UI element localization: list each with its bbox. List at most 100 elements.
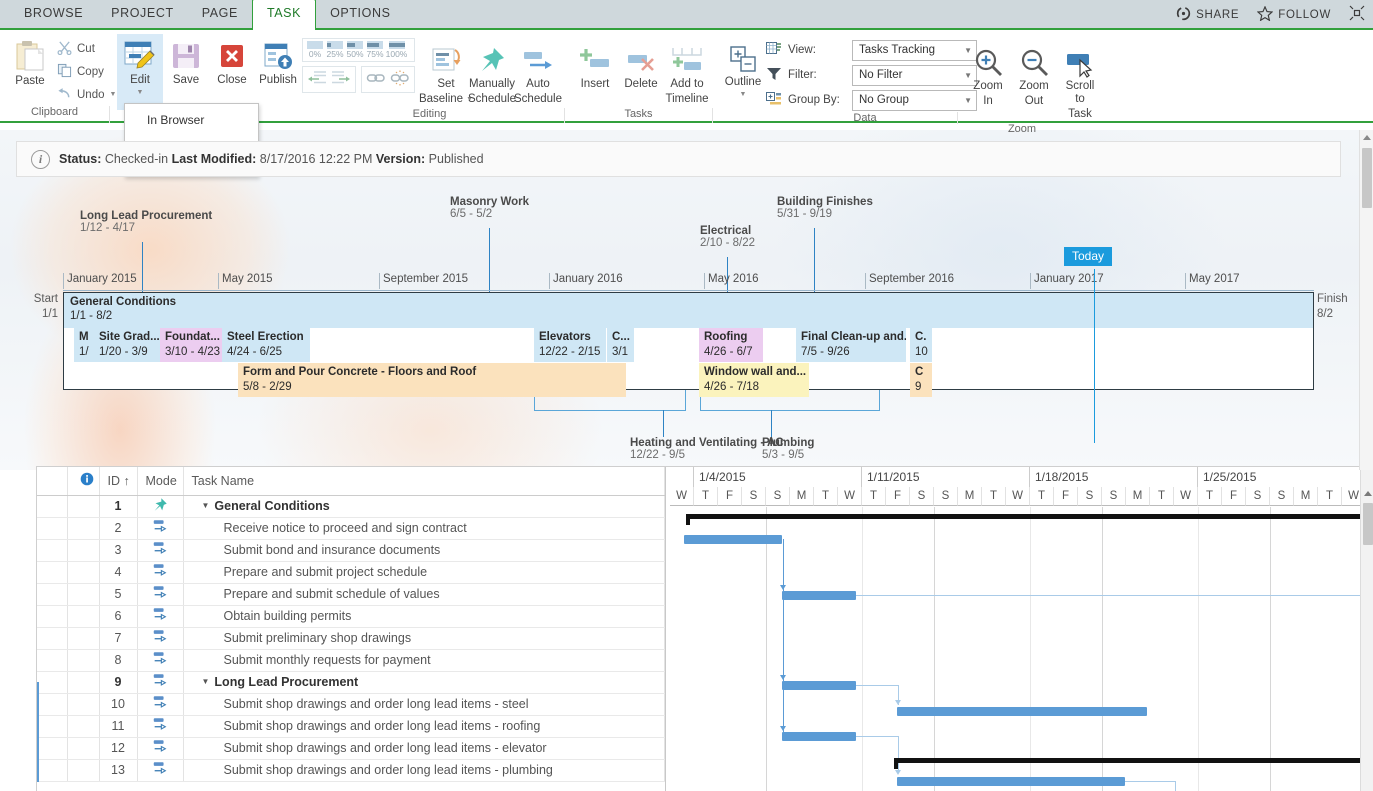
percent-100-button[interactable]: 100% — [386, 41, 407, 59]
gantt-task-bar[interactable] — [897, 707, 1147, 716]
row-task-name-cell[interactable]: Receive notice to proceed and sign contr… — [183, 517, 665, 539]
row-select-cell[interactable] — [37, 737, 67, 759]
scroll-to-task-button[interactable]: Scroll to Task — [1057, 40, 1103, 123]
timeline-bar-c1[interactable]: C... 3/1 — [607, 328, 634, 362]
row-task-name-cell[interactable]: Obtain building permits — [183, 605, 665, 627]
gantt-task-bar[interactable] — [684, 535, 782, 544]
tab-page[interactable]: PAGE — [188, 0, 252, 28]
row-task-name-cell[interactable]: Submit preliminary shop drawings — [183, 627, 665, 649]
timeline-bar-form-and-pour-concrete[interactable]: Form and Pour Concrete - Floors and Roof… — [238, 363, 626, 397]
tab-options[interactable]: OPTIONS — [316, 0, 404, 28]
zoom-out-button[interactable]: Zoom Out — [1011, 40, 1057, 110]
row-select-cell[interactable] — [37, 517, 67, 539]
gantt-task-bar[interactable] — [782, 591, 856, 600]
auto-schedule-button[interactable]: Auto Schedule — [515, 38, 561, 108]
table-row[interactable]: 13Submit shop drawings and order long le… — [37, 759, 665, 781]
row-select-cell[interactable] — [37, 671, 67, 693]
set-baseline-button[interactable]: Set Baseline ▼ — [423, 38, 469, 108]
edit-button[interactable]: Edit ▼ — [117, 34, 163, 110]
add-to-timeline-button[interactable]: Add to Timeline — [664, 38, 710, 108]
gantt-task-bar[interactable] — [782, 732, 856, 741]
unlink-tasks-icon[interactable] — [390, 70, 410, 89]
timeline-bar-final-cleanup[interactable]: Final Clean-up and... 7/5 - 9/26 — [796, 328, 906, 362]
insert-task-button[interactable]: Insert — [572, 38, 618, 93]
gantt-summary-bar[interactable] — [894, 758, 1373, 763]
table-row[interactable]: 6Obtain building permits — [37, 605, 665, 627]
gantt-scroll-thumb[interactable] — [1363, 503, 1373, 545]
gantt-task-bar[interactable] — [782, 681, 856, 690]
row-task-name-cell[interactable]: Submit shop drawings and order long lead… — [183, 715, 665, 737]
timeline-bar-foundations[interactable]: Foundat... 3/10 - 4/23 — [160, 328, 222, 362]
column-header-id[interactable]: ID ↑ — [99, 467, 137, 495]
row-task-name-cell[interactable]: Submit shop drawings and order long lead… — [183, 759, 665, 781]
gantt-vertical-scrollbar[interactable] — [1360, 467, 1373, 791]
table-row[interactable]: 10Submit shop drawings and order long le… — [37, 693, 665, 715]
paste-button[interactable]: Paste — [7, 35, 53, 90]
row-task-name-cell[interactable]: Submit shop drawings and order long lead… — [183, 737, 665, 759]
close-button[interactable]: Close — [209, 34, 255, 89]
row-select-cell[interactable] — [37, 605, 67, 627]
save-button[interactable]: Save — [163, 34, 209, 89]
table-row[interactable]: 3Submit bond and insurance documents — [37, 539, 665, 561]
timeline-callout-heating-and-ventilating-ac[interactable]: Heating and Ventilating - AC 12/22 - 9/5 — [630, 437, 784, 461]
mode-auto-schedule-icon[interactable] — [137, 671, 183, 693]
share-button[interactable]: SHARE — [1176, 6, 1239, 24]
timeline-bar-c3[interactable]: C 9 — [910, 363, 932, 397]
timeline-bar-m[interactable]: M 1/ — [74, 328, 94, 362]
manually-schedule-button[interactable]: Manually Schedule — [469, 38, 515, 108]
timeline-bar-roofing[interactable]: Roofing 4/26 - 6/7 — [699, 328, 763, 362]
mode-auto-schedule-icon[interactable] — [137, 561, 183, 583]
mode-auto-schedule-icon[interactable] — [137, 737, 183, 759]
mode-auto-schedule-icon[interactable] — [137, 759, 183, 781]
mode-auto-schedule-icon[interactable] — [137, 649, 183, 671]
mode-auto-schedule-icon[interactable] — [137, 583, 183, 605]
column-header-select[interactable] — [37, 467, 67, 495]
edit-caret-icon[interactable]: ▼ — [137, 87, 144, 96]
timeline-callout-plumbing[interactable]: Plumbing 5/3 - 9/5 — [762, 437, 814, 461]
focus-on-content-button[interactable] — [1349, 5, 1365, 24]
timeline-callout-building-finishes[interactable]: Building Finishes 5/31 - 9/19 — [777, 196, 873, 220]
row-task-name-cell[interactable]: ▼Long Lead Procurement — [183, 671, 665, 693]
gantt-summary-bar[interactable] — [686, 514, 1373, 519]
table-row[interactable]: 5Prepare and submit schedule of values — [37, 583, 665, 605]
mode-auto-schedule-icon[interactable] — [137, 517, 183, 539]
percent-50-button[interactable]: 50% — [346, 41, 364, 59]
mode-auto-schedule-icon[interactable] — [137, 715, 183, 737]
row-select-cell[interactable] — [37, 649, 67, 671]
table-row[interactable]: 4Prepare and submit project schedule — [37, 561, 665, 583]
indent-icon[interactable] — [331, 70, 351, 89]
table-row[interactable]: 11Submit shop drawings and order long le… — [37, 715, 665, 737]
row-task-name-cell[interactable]: Submit bond and insurance documents — [183, 539, 665, 561]
mode-auto-schedule-icon[interactable] — [137, 539, 183, 561]
row-task-name-cell[interactable]: Submit monthly requests for payment — [183, 649, 665, 671]
outline-caret-icon[interactable]: ▼ — [740, 89, 747, 98]
page-scrollbar[interactable] — [1359, 130, 1373, 470]
column-header-indicators[interactable] — [67, 467, 99, 495]
table-row[interactable]: 12Submit shop drawings and order long le… — [37, 737, 665, 759]
tab-project[interactable]: PROJECT — [97, 0, 188, 28]
link-tasks-icon[interactable] — [366, 70, 386, 89]
row-select-cell[interactable] — [37, 561, 67, 583]
row-select-cell[interactable] — [37, 715, 67, 737]
row-task-name-cell[interactable]: Prepare and submit schedule of values — [183, 583, 665, 605]
collapse-triangle-icon[interactable]: ▼ — [202, 501, 210, 510]
percent-25-button[interactable]: 25% — [326, 41, 344, 59]
percent-0-button[interactable]: 0% — [306, 41, 324, 59]
row-select-cell[interactable] — [37, 539, 67, 561]
row-select-cell[interactable] — [37, 627, 67, 649]
row-select-cell[interactable] — [37, 759, 67, 781]
table-row[interactable]: 1▼General Conditions — [37, 495, 665, 517]
mode-auto-schedule-icon[interactable] — [137, 627, 183, 649]
column-header-mode[interactable]: Mode — [137, 467, 183, 495]
timeline-bar-steel-erection[interactable]: Steel Erection 4/24 - 6/25 — [222, 328, 310, 362]
mode-auto-schedule-icon[interactable] — [137, 693, 183, 715]
timeline-callout-long-lead-procurement[interactable]: Long Lead Procurement 1/12 - 4/17 — [80, 210, 212, 234]
table-row[interactable]: 9▼Long Lead Procurement — [37, 671, 665, 693]
table-row[interactable]: 2Receive notice to proceed and sign cont… — [37, 517, 665, 539]
tab-browse[interactable]: BROWSE — [10, 0, 97, 28]
column-header-task-name[interactable]: Task Name — [183, 467, 665, 495]
percent-75-button[interactable]: 75% — [366, 41, 384, 59]
zoom-in-button[interactable]: Zoom In — [965, 40, 1011, 110]
row-task-name-cell[interactable]: Prepare and submit project schedule — [183, 561, 665, 583]
row-select-cell[interactable] — [37, 583, 67, 605]
